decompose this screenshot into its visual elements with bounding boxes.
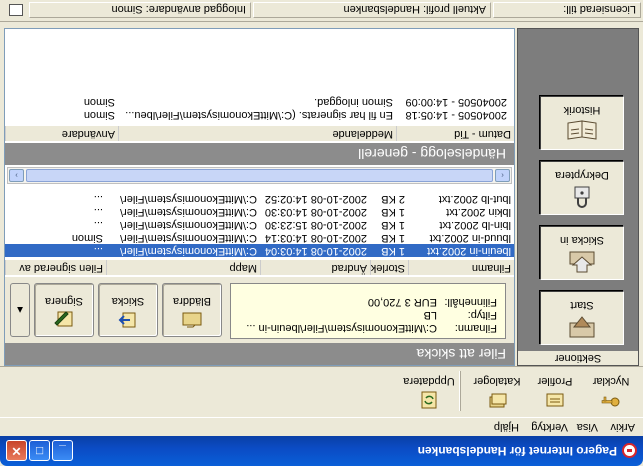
file-row[interactable]: lbkin 2002.txt 1 KB 2002-10-08 14:03:30 …: [5, 205, 514, 218]
status-bar: Licensierad till: Aktuell profil: Handel…: [0, 0, 643, 22]
profile-card-icon: [546, 393, 564, 407]
toolbar-refresh-label: Uppdatera: [403, 375, 455, 387]
scroll-left-button[interactable]: ‹: [495, 169, 510, 182]
sign-pen-icon: [54, 311, 73, 327]
sections-panel: Sektioner Start Skicka in Dekryptera His…: [517, 28, 639, 366]
decrypt-lock-icon: [574, 186, 590, 208]
refresh-icon: [421, 391, 437, 409]
menu-visa[interactable]: Visa: [577, 421, 598, 433]
sign-label: Signera: [45, 295, 83, 307]
section-decrypt-label: Dekryptera: [555, 169, 609, 181]
file-info-amount: Filinnehåll:EUR 3 720,00: [367, 296, 497, 308]
send-arrow-icon: [118, 312, 136, 328]
column-header-message[interactable]: Meddelande: [118, 126, 396, 141]
scroll-thumb[interactable]: [26, 169, 493, 182]
file-row[interactable]: lbin-lb 2002.txt 1 KB 2002-10-08 15:23:3…: [5, 218, 514, 231]
event-log-header: Händelselogg - generell: [5, 143, 514, 165]
column-header-datetime[interactable]: Datum - Tid: [396, 126, 514, 141]
key-icon: [601, 396, 620, 407]
section-send-in-button[interactable]: Skicka in: [540, 226, 624, 280]
file-info-filetype: Filtyp:LB: [423, 309, 497, 321]
pagero-logo-icon: [622, 443, 637, 458]
file-row[interactable]: lbeuin-in 2002.txt 1 KB 2002-10-08 14:03…: [5, 244, 514, 257]
file-info-filename: Filnamn:C:\MittEkonomisystem\Filer\lbeui…: [246, 322, 497, 334]
toolbar-refresh-button[interactable]: Uppdatera: [403, 369, 455, 413]
toolbar-keys-button[interactable]: Nycklar: [585, 369, 637, 413]
section-decrypt-button[interactable]: Dekryptera: [540, 161, 624, 215]
browse-label: Bläddra: [173, 295, 211, 307]
app-window: Pagero Internet för Handelsbanken _ □ ✕ …: [0, 0, 643, 466]
file-row[interactable]: lbuud-in 2002.txt 1 KB 2002-10-08 14:03:…: [5, 231, 514, 244]
close-button[interactable]: ✕: [6, 440, 27, 461]
column-header-modified[interactable]: Ändrad: [260, 260, 370, 275]
section-history-button[interactable]: Historik: [540, 96, 624, 150]
title-bar[interactable]: Pagero Internet för Handelsbanken _ □ ✕: [0, 436, 643, 466]
main-content: Filer att skicka Filnamn:C:\MittEkonomis…: [4, 28, 515, 366]
window-title: Pagero Internet för Handelsbanken: [417, 444, 617, 458]
start-icon: [569, 316, 595, 338]
sections-header: Sektioner: [518, 351, 638, 365]
browse-folder-icon: [182, 312, 202, 328]
toolbar-scroll-arrow[interactable]: ▲: [10, 283, 30, 337]
section-start-button[interactable]: Start: [540, 291, 624, 345]
minimize-button[interactable]: _: [52, 440, 73, 461]
log-row[interactable]: 20040505 - 14:00:09 Simon inloggad. Simo…: [5, 95, 514, 108]
status-licensed: Licensierad till:: [493, 2, 641, 18]
column-header-folder[interactable]: Mapp: [106, 260, 260, 275]
event-log: Datum - Tid Meddelande Användare 2004050…: [5, 29, 514, 143]
maximize-button[interactable]: □: [29, 440, 50, 461]
browse-button[interactable]: Bläddra: [162, 283, 222, 337]
column-header-filename[interactable]: Filnamn: [408, 260, 514, 275]
sign-button[interactable]: Signera: [34, 283, 94, 337]
column-header-size[interactable]: Storlek: [370, 260, 408, 275]
toolbar-catalogs-button[interactable]: Kataloger: [471, 369, 523, 413]
scroll-right-button[interactable]: ›: [9, 169, 24, 182]
log-row[interactable]: 20040505 - 14:05:18 En fil har signerats…: [5, 108, 514, 121]
status-computer-icon: [9, 4, 23, 16]
section-send-in-label: Skicka in: [559, 234, 605, 246]
toolbar-keys-label: Nycklar: [592, 375, 630, 387]
toolbar: Nycklar Profiler Kataloger Uppdatera: [0, 366, 643, 418]
send-button[interactable]: Skicka: [98, 283, 158, 337]
send-label: Skicka: [111, 295, 145, 307]
file-info-box: Filnamn:C:\MittEkonomisystem\Filer\lbeui…: [230, 283, 506, 339]
toolbar-separator: [459, 371, 461, 411]
section-history-label: Historik: [563, 104, 601, 116]
send-in-icon: [569, 251, 595, 273]
files-to-send-panel: Filnamn:C:\MittEkonomisystem\Filer\lbeui…: [5, 277, 514, 343]
column-header-signed-by[interactable]: Filen signerad av: [5, 260, 106, 275]
toolbar-profiles-button[interactable]: Profiler: [529, 369, 581, 413]
file-row[interactable]: lbut-lb 2002.txt 2 KB 2002-10-08 14:02:5…: [5, 192, 514, 205]
toolbar-catalogs-label: Kataloger: [473, 375, 521, 387]
history-book-icon: [567, 120, 597, 140]
status-user: Inloggad användare: Simon: [29, 2, 251, 18]
files-to-send-header: Filer att skicka: [5, 343, 514, 365]
section-start-label: Start: [570, 299, 594, 311]
file-list-horizontal-scrollbar[interactable]: ‹ ›: [7, 167, 512, 184]
menu-bar: Arkiv Visa Verktyg Hjälp: [0, 418, 643, 436]
toolbar-profiles-label: Profiler: [537, 375, 573, 387]
menu-verktyg[interactable]: Verktyg: [531, 421, 568, 433]
file-list: Filnamn Storlek Ändrad Mapp Filen signer…: [5, 165, 514, 277]
column-header-user[interactable]: Användare: [5, 126, 118, 141]
menu-arkiv[interactable]: Arkiv: [611, 421, 635, 433]
menu-hjalp[interactable]: Hjälp: [494, 421, 519, 433]
folders-icon: [489, 393, 507, 408]
status-profile: Aktuell profil: Handelsbanken: [253, 2, 491, 18]
